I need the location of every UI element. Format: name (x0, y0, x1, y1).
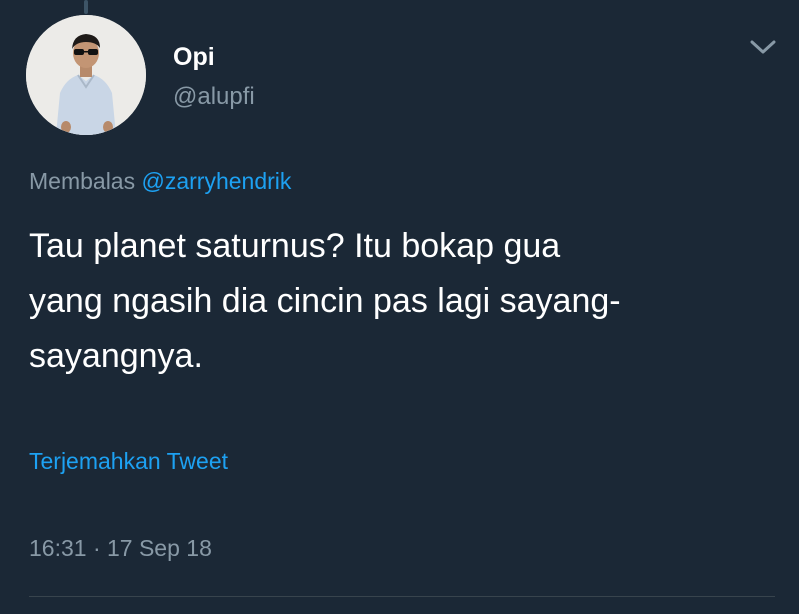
username-handle[interactable]: @alupfi (173, 82, 255, 112)
tweet-timestamp[interactable]: 16:31 · 17 Sep 18 (29, 533, 212, 563)
translate-tweet-link[interactable]: Terjemahkan Tweet (29, 446, 228, 476)
tweet-menu-button[interactable] (748, 36, 778, 58)
tweet-text-line: sayangnya. (29, 337, 203, 375)
tweet-text: Tau planet saturnus? Itu bokap gua yang … (29, 219, 779, 384)
thread-connector-line (84, 0, 88, 14)
tweet-text-line: yang ngasih dia cincin pas lagi sayang- (29, 282, 621, 320)
display-name[interactable]: Opi (173, 42, 215, 72)
reply-context: Membalas @zarryhendrik (29, 166, 291, 196)
reply-mention-link[interactable]: @zarryhendrik (141, 168, 291, 194)
avatar-image (26, 15, 146, 135)
divider (29, 596, 775, 597)
avatar[interactable] (26, 15, 146, 135)
reply-prefix: Membalas (29, 168, 142, 194)
tweet-text-line: Tau planet saturnus? Itu bokap gua (29, 227, 561, 265)
chevron-down-icon (750, 40, 776, 54)
